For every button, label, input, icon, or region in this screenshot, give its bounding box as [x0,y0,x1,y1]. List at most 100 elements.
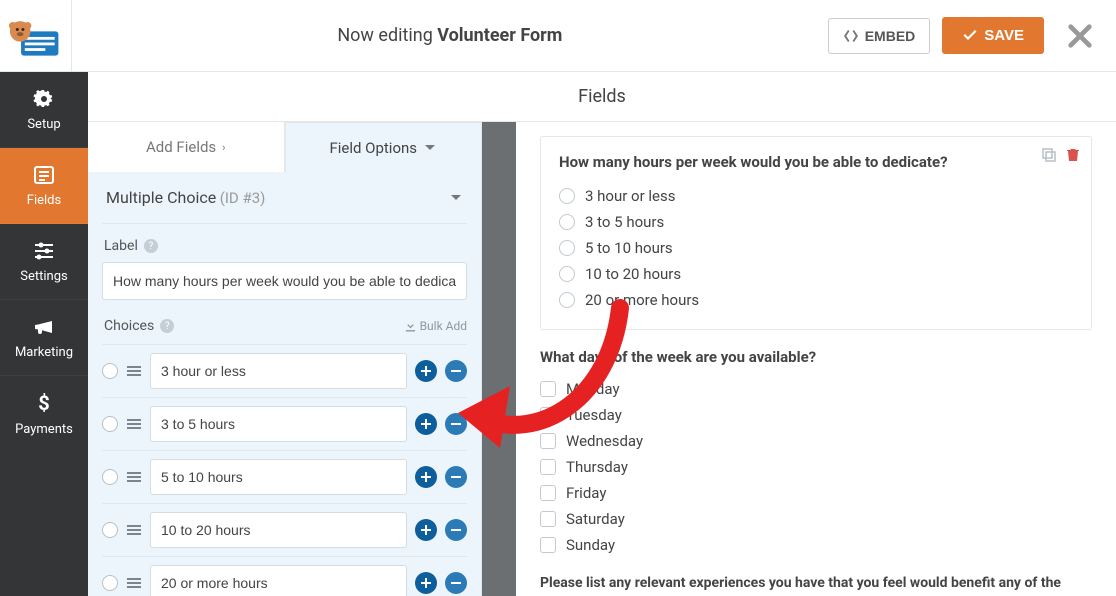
choice-row [102,344,467,397]
remove-choice-button[interactable] [445,360,467,382]
radio-icon [559,266,575,282]
nav-marketing-label: Marketing [15,345,73,360]
remove-choice-button[interactable] [445,519,467,541]
add-choice-button[interactable] [415,466,437,488]
option-text: 3 to 5 hours [585,213,664,231]
chevron-down-icon [449,191,463,205]
add-choice-button[interactable] [415,413,437,435]
checkbox-option[interactable]: Friday [540,480,1092,506]
preview-gutter [482,122,516,596]
choice-row [102,450,467,503]
save-button[interactable]: SAVE [942,17,1044,54]
editing-title: Now editing Volunteer Form [72,25,828,46]
radio-option[interactable]: 3 to 5 hours [559,209,1073,235]
label-input[interactable] [102,262,467,300]
nav-fields[interactable]: Fields [0,148,88,224]
q2-label: What days of the week are you available? [540,348,1092,366]
section-header[interactable]: Multiple Choice (ID #3) [102,172,467,223]
option-text: 3 hour or less [585,187,675,205]
choice-radio[interactable] [102,363,118,379]
choice-input[interactable] [150,565,407,596]
radio-icon [559,240,575,256]
remove-choice-button[interactable] [445,572,467,594]
choice-input[interactable] [150,406,407,442]
help-icon[interactable]: ? [144,239,158,253]
choice-input[interactable] [150,353,407,389]
add-choice-button[interactable] [415,360,437,382]
nav-fields-label: Fields [27,193,61,208]
trash-icon[interactable] [1065,147,1081,163]
embed-button[interactable]: EMBED [828,18,931,54]
dollar-icon: $ [32,392,56,416]
nav-settings[interactable]: Settings [0,224,88,300]
add-choice-button[interactable] [415,519,437,541]
checkbox-option[interactable]: Tuesday [540,402,1092,428]
drag-handle-icon[interactable] [126,416,142,432]
bulk-add-link[interactable]: Bulk Add [405,319,467,333]
help-icon[interactable]: ? [160,319,174,333]
remove-choice-button[interactable] [445,413,467,435]
checkbox-option[interactable]: Sunday [540,532,1092,558]
checkbox-option[interactable]: Saturday [540,506,1092,532]
radio-option[interactable]: 10 to 20 hours [559,261,1073,287]
radio-icon [559,214,575,230]
option-text: 10 to 20 hours [585,265,681,283]
checkbox-icon [540,485,556,501]
radio-option[interactable]: 20 or more hours [559,287,1073,313]
wpforms-logo-icon [8,14,64,58]
save-label: SAVE [984,27,1024,44]
drag-handle-icon[interactable] [126,575,142,591]
form-preview: How many hours per week would you be abl… [516,122,1116,596]
nav-payments[interactable]: $ Payments [0,376,88,452]
svg-text:$: $ [38,392,49,415]
main-title: Fields [578,86,626,107]
app-logo-box [0,0,72,72]
side-nav: Setup Fields Settings Marketing $ Paymen… [0,72,88,596]
checkbox-option[interactable]: Wednesday [540,428,1092,454]
close-icon[interactable] [1066,22,1094,50]
choice-input[interactable] [150,459,407,495]
choice-radio[interactable] [102,522,118,538]
choice-radio[interactable] [102,469,118,485]
option-text: Monday [566,380,620,398]
checkbox-icon [540,433,556,449]
download-icon [405,321,416,332]
choice-input[interactable] [150,512,407,548]
question-block-experience[interactable]: Please list any relevant experiences you… [540,574,1092,596]
question-block-hours[interactable]: How many hours per week would you be abl… [540,136,1092,330]
checkbox-option[interactable]: Monday [540,376,1092,402]
choice-radio[interactable] [102,416,118,432]
checkbox-icon [540,459,556,475]
checkbox-icon [540,381,556,397]
embed-label: EMBED [865,28,916,44]
checkbox-option[interactable]: Thursday [540,454,1092,480]
tab-add-fields[interactable]: Add Fields › [88,122,285,172]
option-text: Thursday [566,458,628,476]
nav-setup[interactable]: Setup [0,72,88,148]
embed-icon [843,29,859,43]
duplicate-icon[interactable] [1041,147,1057,163]
add-choice-button[interactable] [415,572,437,594]
choice-row [102,556,467,596]
option-text: Saturday [566,510,625,528]
nav-marketing[interactable]: Marketing [0,300,88,376]
radio-option[interactable]: 3 hour or less [559,183,1073,209]
sliders-icon [32,239,56,263]
nav-payments-label: Payments [15,422,73,437]
tab-field-options[interactable]: Field Options [285,122,482,172]
top-bar: Now editing Volunteer Form EMBED SAVE [0,0,1116,72]
option-text: Sunday [566,536,615,554]
q1-label: How many hours per week would you be abl… [559,153,1073,171]
drag-handle-icon[interactable] [126,469,142,485]
choice-radio[interactable] [102,575,118,591]
checkbox-icon [540,511,556,527]
chevron-right-icon: › [222,141,225,154]
remove-choice-button[interactable] [445,466,467,488]
question-block-days[interactable]: What days of the week are you available?… [540,348,1092,558]
drag-handle-icon[interactable] [126,363,142,379]
drag-handle-icon[interactable] [126,522,142,538]
option-text: Wednesday [566,432,643,450]
radio-option[interactable]: 5 to 10 hours [559,235,1073,261]
chevron-down-icon [423,141,437,155]
radio-icon [559,292,575,308]
